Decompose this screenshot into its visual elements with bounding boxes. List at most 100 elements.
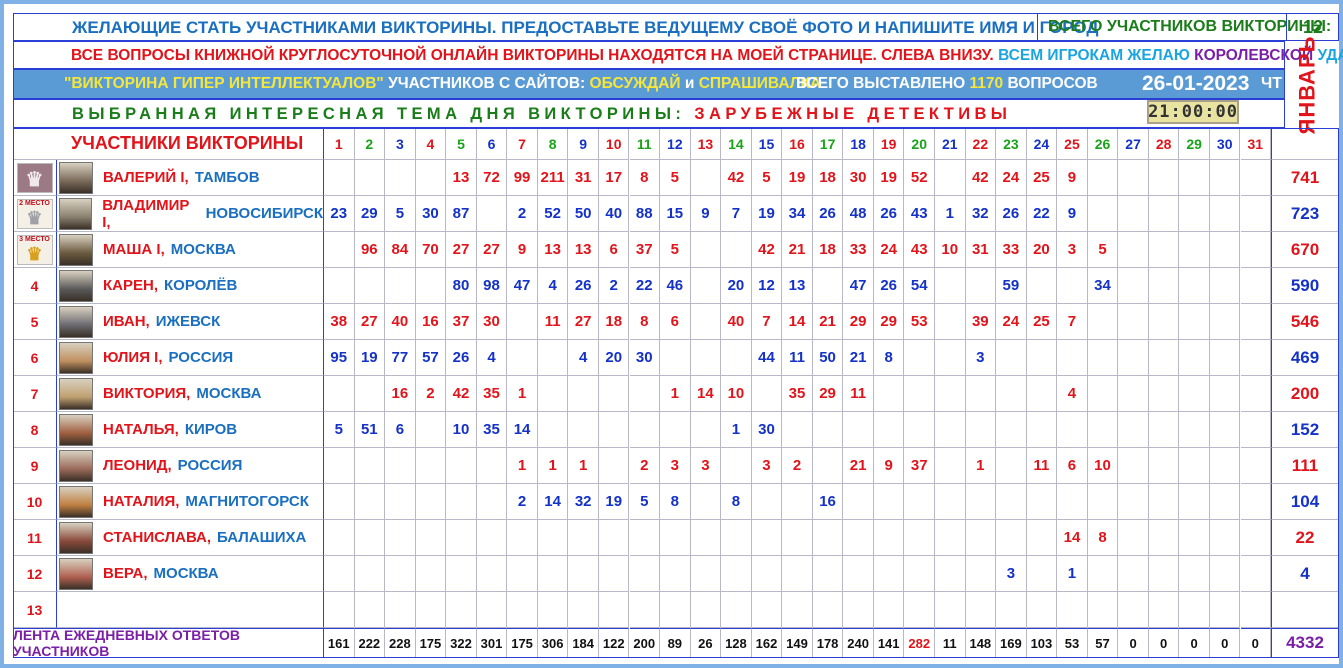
greeting-word-1: ВСЕМ [998, 47, 1044, 64]
score-cell: 2 [507, 484, 538, 520]
score-cell [507, 340, 538, 376]
score-cell [843, 412, 874, 448]
score-cell [324, 376, 355, 412]
score-cell [690, 520, 722, 556]
score-cell: 40 [598, 196, 630, 232]
participant-total: 723 [1271, 196, 1339, 232]
score-cell [1209, 196, 1241, 232]
current-weekday: ЧТ [1261, 75, 1283, 92]
score-cell: 46 [660, 268, 691, 304]
score-cell: 51 [354, 412, 386, 448]
score-cell [1148, 196, 1180, 232]
score-cell: 19 [873, 160, 905, 196]
score-cell: 4 [537, 268, 569, 304]
score-cell [598, 556, 630, 592]
participant-name: ВЕРА, [103, 565, 148, 582]
participant-city: МАГНИТОГОРСК [185, 493, 309, 510]
day-header-8: 8 [537, 128, 569, 160]
participant-city: ИЖЕВСК [155, 313, 221, 330]
day-header-13: 13 [690, 128, 722, 160]
score-cell: 8 [721, 484, 752, 520]
day-header-25: 25 [1057, 128, 1088, 160]
rank-cell: 11 [13, 520, 57, 556]
participant-city: КОРОЛЁВ [164, 277, 238, 294]
score-cell [1148, 268, 1180, 304]
score-cell [1087, 556, 1119, 592]
score-cell [568, 376, 599, 412]
score-cell: 34 [1087, 268, 1119, 304]
rank-cell: ♛ [13, 160, 57, 196]
score-cell: 9 [507, 232, 538, 268]
day-header-10: 10 [598, 128, 630, 160]
participant-city: КИРОВ [184, 421, 238, 438]
score-cell: 5 [751, 160, 783, 196]
day-header-23: 23 [996, 128, 1027, 160]
score-cell [354, 556, 386, 592]
participant-total [1271, 592, 1339, 628]
daily-total-cell: 53 [1057, 628, 1088, 658]
score-cell [812, 268, 844, 304]
day-header-4: 4 [415, 128, 447, 160]
score-cell [873, 556, 905, 592]
score-cell [904, 376, 935, 412]
score-cell [1057, 340, 1088, 376]
participant-total: 590 [1271, 268, 1339, 304]
score-cell [354, 484, 386, 520]
participant-name: ВАЛЕРИЙ I, [103, 169, 189, 186]
score-cell [629, 412, 661, 448]
crown-icon: ♛ [26, 243, 43, 264]
score-cell [660, 520, 691, 556]
score-cell: 96 [354, 232, 386, 268]
score-cell [660, 592, 691, 628]
participant-total: 104 [1271, 484, 1339, 520]
score-cell [507, 304, 538, 340]
score-cell [629, 520, 661, 556]
score-cell: 70 [415, 232, 447, 268]
score-cell: 84 [385, 232, 416, 268]
score-cell [1179, 196, 1210, 232]
score-cell: 3 [690, 448, 722, 484]
rank-cell: 5 [13, 304, 57, 340]
score-cell [873, 520, 905, 556]
score-cell: 10 [1087, 448, 1119, 484]
score-cell [904, 484, 935, 520]
score-cell [1087, 376, 1119, 412]
daily-total-cell: 222 [354, 628, 386, 658]
score-cell [324, 160, 355, 196]
questions-unit: ВОПРОСОВ [1007, 75, 1098, 92]
score-cell [1240, 412, 1272, 448]
score-cell [537, 376, 569, 412]
score-cell: 1 [568, 448, 599, 484]
daily-total-cell: 162 [751, 628, 783, 658]
third-place-badge: 3 МЕСТО ♛ [16, 234, 53, 265]
score-cell: 5 [629, 484, 661, 520]
rank-cell: 10 [13, 484, 57, 520]
score-cell [1118, 592, 1149, 628]
day-header-14: 14 [721, 128, 752, 160]
quiz-name: "ВИКТОРИНА ГИПЕР ИНТЕЛЛЕКТУАЛОВ" [64, 75, 384, 92]
score-cell [1148, 376, 1180, 412]
score-cell: 8 [629, 160, 661, 196]
site-and: и [684, 75, 695, 92]
score-cell [446, 484, 477, 520]
score-cell [1148, 232, 1180, 268]
score-cell [965, 556, 997, 592]
score-cell: 52 [904, 160, 935, 196]
score-cell [1118, 232, 1149, 268]
greeting-word-2: ИГРОКАМ [1047, 47, 1124, 64]
rank-cell: 3 МЕСТО ♛ [13, 232, 57, 268]
rank-cell: 7 [13, 376, 57, 412]
score-cell [873, 412, 905, 448]
score-cell [1148, 556, 1180, 592]
announcement: ВСЕ ВОПРОСЫ КНИЖНОЙ КРУГЛОСУТОЧНОЙ ОНЛАЙ… [71, 47, 1343, 65]
avatar [59, 485, 93, 518]
score-cell: 30 [751, 412, 783, 448]
day-header-15: 15 [751, 128, 783, 160]
score-cell [415, 412, 447, 448]
score-cell: 99 [507, 160, 538, 196]
score-cell [873, 592, 905, 628]
score-cell: 35 [782, 376, 813, 412]
results-table: УЧАСТНИКИ ВИКТОРИНЫ 1 2 3 4 5 6 7 8 9 10 11 12 13 14 15… [13, 128, 1339, 659]
score-cell: 18 [812, 232, 844, 268]
score-cell [843, 592, 874, 628]
